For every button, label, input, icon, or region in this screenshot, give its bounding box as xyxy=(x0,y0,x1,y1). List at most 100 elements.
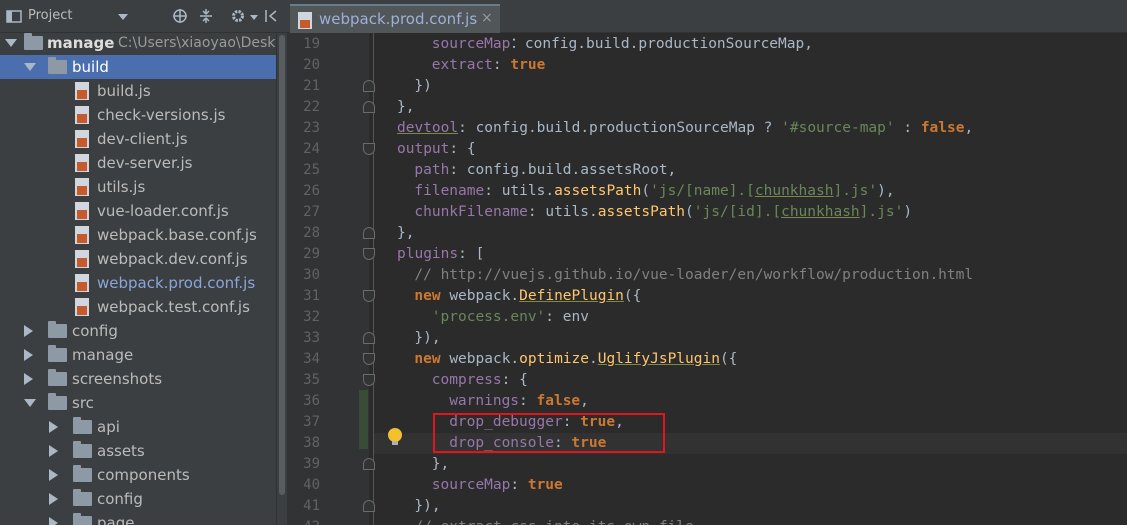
tree-item-label: webpack.dev.conf.js xyxy=(97,250,248,268)
chevron-right-icon[interactable] xyxy=(24,325,33,337)
collapse-all-icon[interactable] xyxy=(198,7,214,25)
code-line[interactable]: }, xyxy=(432,454,449,475)
tree-item-page[interactable]: page xyxy=(0,511,276,525)
fold-marker-icon[interactable] xyxy=(363,458,375,470)
scrollbar-thumb[interactable] xyxy=(279,35,285,495)
code-line[interactable]: sourceMap: true xyxy=(432,475,563,496)
js-file-icon xyxy=(75,130,89,148)
tree-item-check-versions-js[interactable]: check-versions.js xyxy=(0,103,276,127)
tree-item-build-js[interactable]: build.js xyxy=(0,79,276,103)
editor-tab-bar: webpack.prod.conf.js × xyxy=(287,0,1127,33)
code-line[interactable]: new webpack.DefinePlugin({ xyxy=(414,286,641,307)
code-line[interactable]: chunkFilename: utils.assetsPath('js/[id]… xyxy=(414,202,912,223)
code-line[interactable]: plugins: [ xyxy=(397,244,484,265)
chevron-right-icon[interactable] xyxy=(49,469,58,481)
line-number: 21 xyxy=(303,78,320,94)
line-number: 25 xyxy=(303,162,320,178)
tab-webpack-prod-conf[interactable]: webpack.prod.conf.js × xyxy=(290,4,500,33)
settings-dropdown-icon[interactable] xyxy=(250,9,258,27)
folder-icon xyxy=(73,441,92,458)
tree-item-config[interactable]: config xyxy=(0,487,276,511)
tree-item-label: webpack.base.conf.js xyxy=(97,226,257,244)
tree-item-webpack-dev-conf-js[interactable]: webpack.dev.conf.js xyxy=(0,247,276,271)
fold-marker-icon[interactable] xyxy=(363,332,375,344)
locate-file-icon[interactable] xyxy=(172,7,188,25)
js-file-icon xyxy=(75,178,89,196)
js-file-icon xyxy=(75,250,89,268)
tree-item-src[interactable]: src xyxy=(0,391,276,415)
code-line[interactable]: devtool: config.build.productionSourceMa… xyxy=(397,118,973,139)
code-line[interactable]: output: { xyxy=(397,139,476,160)
tree-item-dev-server-js[interactable]: dev-server.js xyxy=(0,151,276,175)
code-line[interactable]: }) xyxy=(414,76,431,97)
code-line[interactable]: drop_console: true xyxy=(449,433,606,454)
editor-panel: webpack.prod.conf.js × 19 20 21 22 23 24 25 26 2… xyxy=(287,0,1127,525)
tree-item-manage[interactable]: manage xyxy=(0,343,276,367)
code-line[interactable]: // extract css into its own file xyxy=(414,517,693,525)
fold-marker-icon[interactable] xyxy=(363,227,375,239)
js-file-icon xyxy=(75,298,89,316)
code-line[interactable]: }, xyxy=(397,97,414,118)
chevron-right-icon[interactable] xyxy=(49,445,58,457)
view-dropdown-icon[interactable] xyxy=(118,8,128,26)
tree-item-screenshots[interactable]: screenshots xyxy=(0,367,276,391)
fold-marker-icon[interactable] xyxy=(363,143,375,155)
tree-item-webpack-test-conf-js[interactable]: webpack.test.conf.js xyxy=(0,295,276,319)
gear-icon[interactable] xyxy=(230,7,246,25)
code-line[interactable]: 'process.env': env xyxy=(432,307,589,328)
tree-item-webpack-base-conf-js[interactable]: webpack.base.conf.js xyxy=(0,223,276,247)
lightbulb-icon[interactable] xyxy=(388,428,402,445)
close-tab-icon[interactable]: × xyxy=(481,10,493,26)
change-marker[interactable] xyxy=(359,390,368,449)
chevron-down-icon[interactable] xyxy=(24,63,36,71)
tree-item-api[interactable]: api xyxy=(0,415,276,439)
js-file-icon xyxy=(75,226,89,244)
fold-marker-icon[interactable] xyxy=(363,101,375,113)
code-line[interactable]: }), xyxy=(414,496,440,517)
js-file-icon xyxy=(75,82,89,100)
project-view-label[interactable]: Project xyxy=(28,8,72,23)
chevron-right-icon[interactable] xyxy=(49,493,58,505)
hide-panel-icon[interactable] xyxy=(263,7,279,25)
tree-item-assets[interactable]: assets xyxy=(0,439,276,463)
line-number: 31 xyxy=(303,288,320,304)
chevron-right-icon[interactable] xyxy=(24,373,33,385)
project-scrollbar[interactable] xyxy=(276,33,287,525)
code-line[interactable]: compress: { xyxy=(432,370,528,391)
ide-window: Project manage C:\Users\xiaoyao\Deskt bu… xyxy=(0,0,1127,525)
code-line[interactable]: // http://vuejs.github.io/vue-loader/en/… xyxy=(414,265,973,286)
fold-marker-icon[interactable] xyxy=(363,248,375,260)
code-line[interactable]: path: config.build.assetsRoot, xyxy=(414,160,676,181)
tree-item-label: check-versions.js xyxy=(97,106,226,124)
fold-marker-icon[interactable] xyxy=(363,500,375,512)
code-line[interactable]: }, xyxy=(397,223,414,244)
project-view-icon[interactable] xyxy=(6,7,22,25)
fold-marker-icon[interactable] xyxy=(363,353,375,365)
code-line[interactable]: filename: utils.assetsPath('js/[name].[c… xyxy=(414,181,894,202)
tree-item-components[interactable]: components xyxy=(0,463,276,487)
chevron-right-icon[interactable] xyxy=(49,517,58,525)
code-line[interactable]: drop_debugger: true, xyxy=(449,412,624,433)
tree-root-manage[interactable]: manage C:\Users\xiaoyao\Deskt xyxy=(0,31,281,55)
tree-item-vue-loader-conf-js[interactable]: vue-loader.conf.js xyxy=(0,199,276,223)
line-number-gutter: 19 20 21 22 23 24 25 26 27 28 29 30 31 32 33 34 35 36 37 38… xyxy=(287,33,369,525)
tree-item-dev-client-js[interactable]: dev-client.js xyxy=(0,127,276,151)
tree-item-label: build xyxy=(72,58,109,76)
folder-icon xyxy=(48,393,67,410)
chevron-down-icon[interactable] xyxy=(24,399,36,407)
chevron-right-icon[interactable] xyxy=(24,349,33,361)
code-line[interactable]: new webpack.optimize.UglifyJsPlugin({ xyxy=(414,349,737,370)
tree-item-build[interactable]: build xyxy=(0,55,276,79)
code-line[interactable]: extract: true xyxy=(432,55,546,76)
fold-marker-icon[interactable] xyxy=(363,374,375,386)
tree-item-utils-js[interactable]: utils.js xyxy=(0,175,276,199)
code-line[interactable]: sourceMap：config.build.productionSourceM… xyxy=(432,34,813,55)
chevron-right-icon[interactable] xyxy=(49,421,58,433)
tree-item-label: webpack.prod.conf.js xyxy=(97,274,256,292)
code-line[interactable]: }), xyxy=(414,328,440,349)
tree-item-config[interactable]: config xyxy=(0,319,276,343)
code-line[interactable]: warnings: false, xyxy=(449,391,589,412)
fold-marker-icon[interactable] xyxy=(363,290,375,302)
tree-item-webpack-prod-conf-js[interactable]: webpack.prod.conf.js xyxy=(0,271,276,295)
fold-marker-icon[interactable] xyxy=(363,80,375,92)
